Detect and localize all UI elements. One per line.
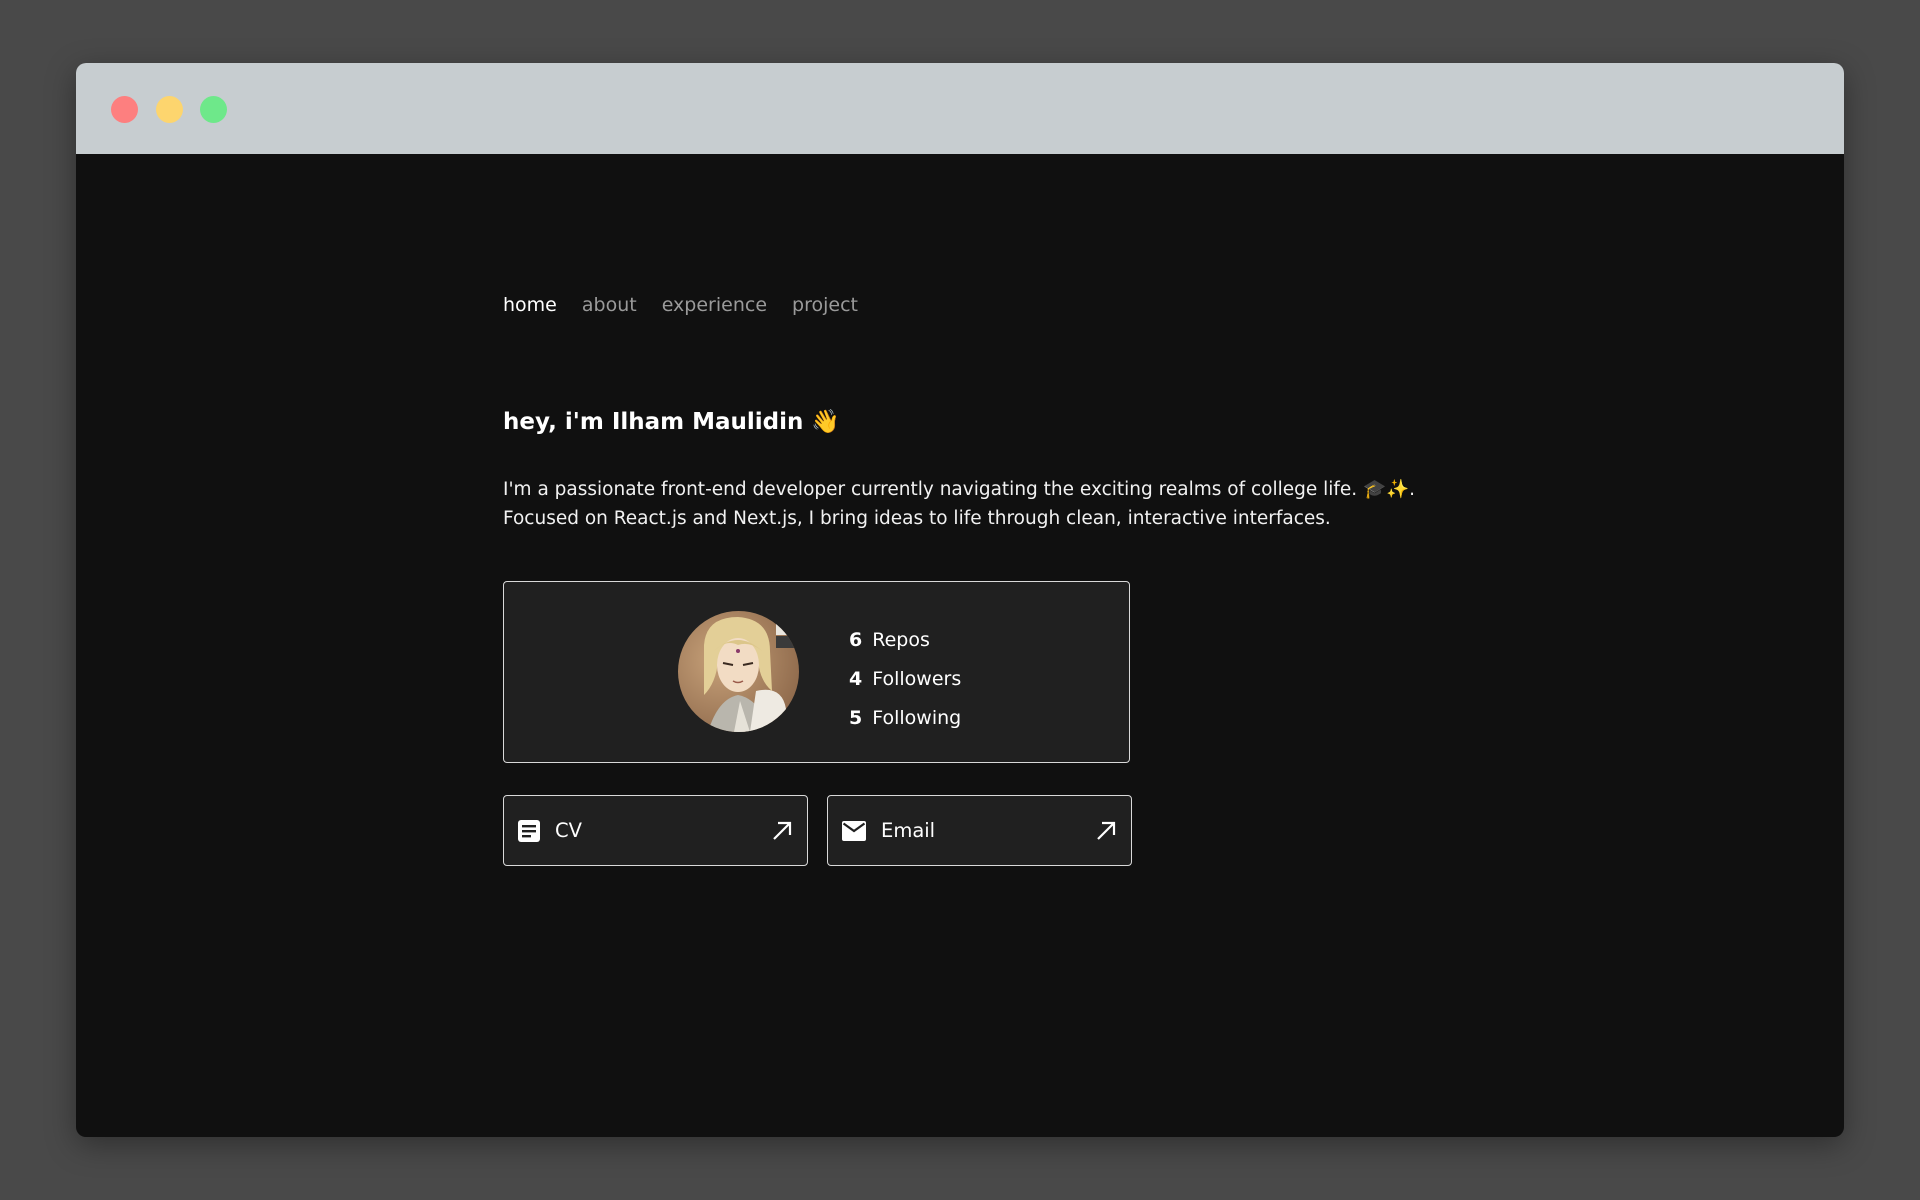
cv-label: CV (555, 819, 582, 842)
maximize-window-button[interactable] (200, 96, 227, 123)
window-titlebar (76, 63, 1844, 154)
github-profile-card: 6 Repos 4 Followers 5 Following (503, 581, 1130, 763)
hero-bio: I'm a passionate front-end developer cur… (503, 475, 1423, 533)
avatar-illustration (678, 611, 799, 732)
cv-link-button[interactable]: CV (503, 795, 808, 866)
document-icon (517, 819, 541, 843)
stat-followers-value: 4 (849, 667, 863, 690)
stat-following-label: Following (872, 706, 962, 729)
avatar (678, 611, 799, 732)
nav-home[interactable]: home (503, 294, 557, 316)
bio-line-1: I'm a passionate front-end developer cur… (503, 479, 1416, 500)
stat-following: 5 Following (849, 698, 961, 737)
stat-following-value: 5 (849, 706, 863, 729)
stat-followers-label: Followers (872, 667, 962, 690)
external-arrow-icon (771, 820, 793, 842)
stat-repos: 6 Repos (849, 620, 961, 659)
mail-icon (841, 820, 867, 842)
email-link-button[interactable]: Email (827, 795, 1132, 866)
browser-window: home about experience project hey, i'm I… (76, 63, 1844, 1137)
stat-repos-value: 6 (849, 628, 863, 651)
stat-repos-label: Repos (872, 628, 930, 651)
nav-about[interactable]: about (582, 294, 637, 316)
external-arrow-icon (1095, 820, 1117, 842)
hero-greeting: hey, i'm Ilham Maulidin 👋 (503, 409, 841, 435)
close-window-button[interactable] (111, 96, 138, 123)
nav-project[interactable]: project (792, 294, 858, 316)
email-label: Email (881, 819, 936, 842)
bio-line-2: Focused on React.js and Next.js, I bring… (503, 508, 1331, 529)
minimize-window-button[interactable] (156, 96, 183, 123)
stat-followers: 4 Followers (849, 659, 961, 698)
profile-stats: 6 Repos 4 Followers 5 Following (849, 620, 961, 737)
main-nav: home about experience project (503, 294, 858, 316)
nav-experience[interactable]: experience (662, 294, 767, 316)
